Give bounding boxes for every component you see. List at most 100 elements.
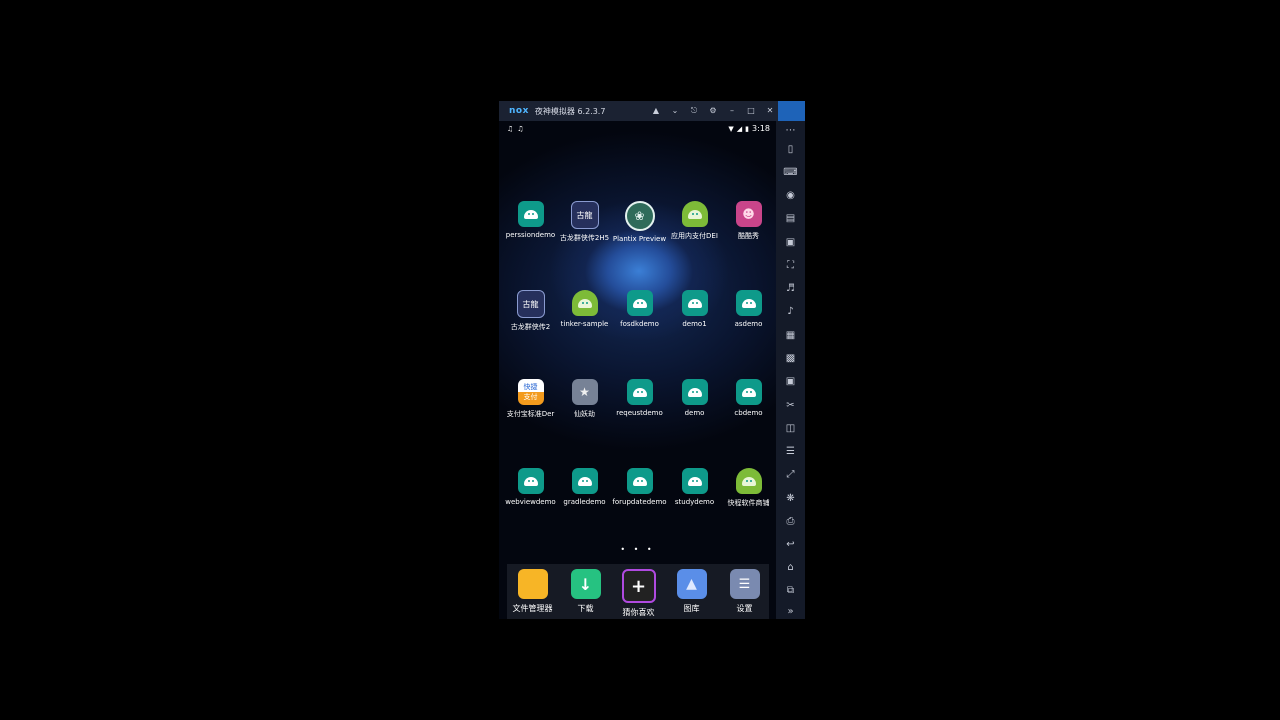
dock-label: 图库 xyxy=(683,604,700,613)
app-label: fosdkdemo xyxy=(620,320,659,328)
app-gulong-2[interactable]: 古龍 古龙群侠传2 xyxy=(503,290,558,332)
quickpay-bottom-text: 支付 xyxy=(523,393,538,401)
app-forupdatedemo[interactable]: forupdatedemo xyxy=(612,468,667,506)
android-icon xyxy=(735,379,762,405)
expand-icon[interactable]: » xyxy=(776,606,805,618)
app-label: Plantix Preview xyxy=(612,235,667,243)
home-icon[interactable]: ⌂ xyxy=(776,562,805,574)
toolbox-icon[interactable]: ▦ xyxy=(776,330,805,342)
page-indicator: • • • xyxy=(620,545,655,554)
kukuxiu-icon: ☻ xyxy=(735,201,762,227)
volume-up-icon[interactable]: ♬ xyxy=(776,283,805,295)
loading-icon[interactable]: ❋ xyxy=(776,493,805,505)
gulong-icon-text: 古龍 xyxy=(522,299,539,309)
dock-recommend[interactable]: + 猜你喜欢 xyxy=(611,569,666,618)
app-label: webviewdemo xyxy=(505,498,556,506)
printer-icon[interactable]: ⎙ xyxy=(776,516,805,528)
back-icon[interactable]: ↩ xyxy=(776,539,805,551)
app-label: reqeustdemo xyxy=(616,409,663,417)
storage-icon[interactable]: ▤ xyxy=(776,213,805,225)
dock-download[interactable]: ↓ 下载 xyxy=(558,569,613,614)
recent-apps-icon[interactable]: ⧉ xyxy=(776,585,805,597)
quickpay-icon: 快捷 支付 xyxy=(517,379,544,405)
app-asdemo[interactable]: asdemo xyxy=(721,290,776,328)
app-demo[interactable]: demo xyxy=(667,379,722,417)
android-screen: ♫ ♫ ▼ ◢ ▮ 3:18 perssiondemo 古龍 古龙群侠传2H5 … xyxy=(499,121,776,619)
dock: 文件管理器 ↓ 下载 + 猜你喜欢 ▲ 图库 ☰ 设置 xyxy=(507,564,769,619)
app-tinker-sample[interactable]: tinker-sample xyxy=(557,290,612,328)
android-icon xyxy=(681,201,708,227)
xianyaojie-icon: ★ xyxy=(571,379,598,405)
app-label: 酷酷秀 xyxy=(738,232,759,240)
maximize-icon[interactable]: □ xyxy=(746,106,756,116)
gear-icon[interactable]: ⚙ xyxy=(708,106,718,116)
app-gulong-h5[interactable]: 古龍 古龙群侠传2H5 xyxy=(557,201,612,243)
app-gradledemo[interactable]: gradledemo xyxy=(557,468,612,506)
app-studydemo[interactable]: studydemo xyxy=(667,468,722,506)
app-label: 快程软件商铺 xyxy=(727,499,770,507)
tiktok-icon: ♫ xyxy=(517,125,524,133)
dock-settings[interactable]: ☰ 设置 xyxy=(717,569,772,614)
apk-icon[interactable]: ▣ xyxy=(776,237,805,249)
pin-icon[interactable]: ⎋ xyxy=(689,106,699,116)
app-kuaicheng-store[interactable]: 快程软件商铺 xyxy=(721,468,776,508)
title-accent xyxy=(778,101,805,121)
app-plantix[interactable]: ❀ Plantix Preview xyxy=(612,201,667,243)
app-fosdkdemo[interactable]: fosdkdemo xyxy=(612,290,667,328)
android-icon xyxy=(681,468,708,494)
status-bar: ♫ ♫ ▼ ◢ ▮ 3:18 xyxy=(499,121,776,139)
battery-icon: ▮ xyxy=(745,124,750,133)
settings-icon: ☰ xyxy=(729,569,760,599)
emulator-window: nox 夜神模拟器 6.2.3.7 ▲ ⌄ ⎋ ⚙ – □ ✕ ♫ ♫ ▼ ◢ … xyxy=(499,101,805,619)
dock-file-manager[interactable]: 文件管理器 xyxy=(505,569,560,614)
dock-label: 下载 xyxy=(577,604,594,613)
download-icon: ↓ xyxy=(570,569,601,599)
android-icon xyxy=(517,201,544,227)
more-icon[interactable]: ⋯ xyxy=(776,125,805,137)
android-icon xyxy=(626,468,653,494)
keyboard-icon[interactable]: ⌨ xyxy=(776,167,805,179)
app-label: 仙妖劫 xyxy=(574,410,595,418)
menu-icon[interactable]: ☰ xyxy=(776,446,805,458)
app-webviewdemo[interactable]: webviewdemo xyxy=(503,468,558,506)
app-demo1[interactable]: demo1 xyxy=(667,290,722,328)
android-icon xyxy=(571,290,598,316)
app-label: demo xyxy=(684,409,705,417)
shirt-icon[interactable]: ▲ xyxy=(651,106,661,116)
app-alipay-demo[interactable]: 快捷 支付 支付宝标准Der xyxy=(503,379,558,419)
cut-icon[interactable]: ✂ xyxy=(776,400,805,412)
chevron-down-icon[interactable]: ⌄ xyxy=(670,106,680,116)
scale-icon[interactable]: ⤢ xyxy=(776,469,805,481)
multi-instance-icon[interactable]: ▩ xyxy=(776,353,805,365)
plus-icon: + xyxy=(621,569,656,603)
folder-icon xyxy=(517,569,548,599)
app-perssiondemo[interactable]: perssiondemo xyxy=(503,201,558,239)
title-bar[interactable]: nox 夜神模拟器 6.2.3.7 ▲ ⌄ ⎋ ⚙ – □ ✕ xyxy=(499,101,805,121)
location-icon[interactable]: ◉ xyxy=(776,190,805,202)
plantix-icon: ❀ xyxy=(624,201,655,231)
close-icon[interactable]: ✕ xyxy=(765,106,775,116)
app-kukuxiu[interactable]: ☻ 酷酷秀 xyxy=(721,201,776,241)
nox-logo: nox xyxy=(509,106,529,116)
minimize-icon[interactable]: – xyxy=(727,106,737,116)
phone-icon[interactable]: ▯ xyxy=(776,144,805,156)
emulator-sidebar: ⋯ ▯ ⌨ ◉ ▤ ▣ ⛶ ♬ ♪ ▦ ▩ ▣ ✂ ◫ ☰ ⤢ ❋ ⎙ ↩ ⌂ … xyxy=(776,121,805,619)
screenshot-icon[interactable]: ▣ xyxy=(776,376,805,388)
volume-down-icon[interactable]: ♪ xyxy=(776,306,805,318)
window-title: 夜神模拟器 6.2.3.7 xyxy=(534,106,606,116)
layout-icon[interactable]: ◫ xyxy=(776,423,805,435)
android-icon xyxy=(571,468,598,494)
app-reqeustdemo[interactable]: reqeustdemo xyxy=(612,379,667,417)
app-label: gradledemo xyxy=(563,498,606,506)
status-time: 3:18 xyxy=(752,124,770,133)
app-xianyaojie[interactable]: ★ 仙妖劫 xyxy=(557,379,612,419)
quickpay-top-text: 快捷 xyxy=(523,383,538,391)
app-cbdemo[interactable]: cbdemo xyxy=(721,379,776,417)
app-inapp-pay[interactable]: 应用内支付DEI xyxy=(667,201,722,241)
android-icon xyxy=(517,468,544,494)
fullscreen-icon[interactable]: ⛶ xyxy=(776,260,805,272)
app-label: tinker-sample xyxy=(560,320,609,328)
app-label: studydemo xyxy=(674,498,715,506)
app-label: 支付宝标准Der xyxy=(506,410,555,418)
dock-gallery[interactable]: ▲ 图库 xyxy=(664,569,719,614)
